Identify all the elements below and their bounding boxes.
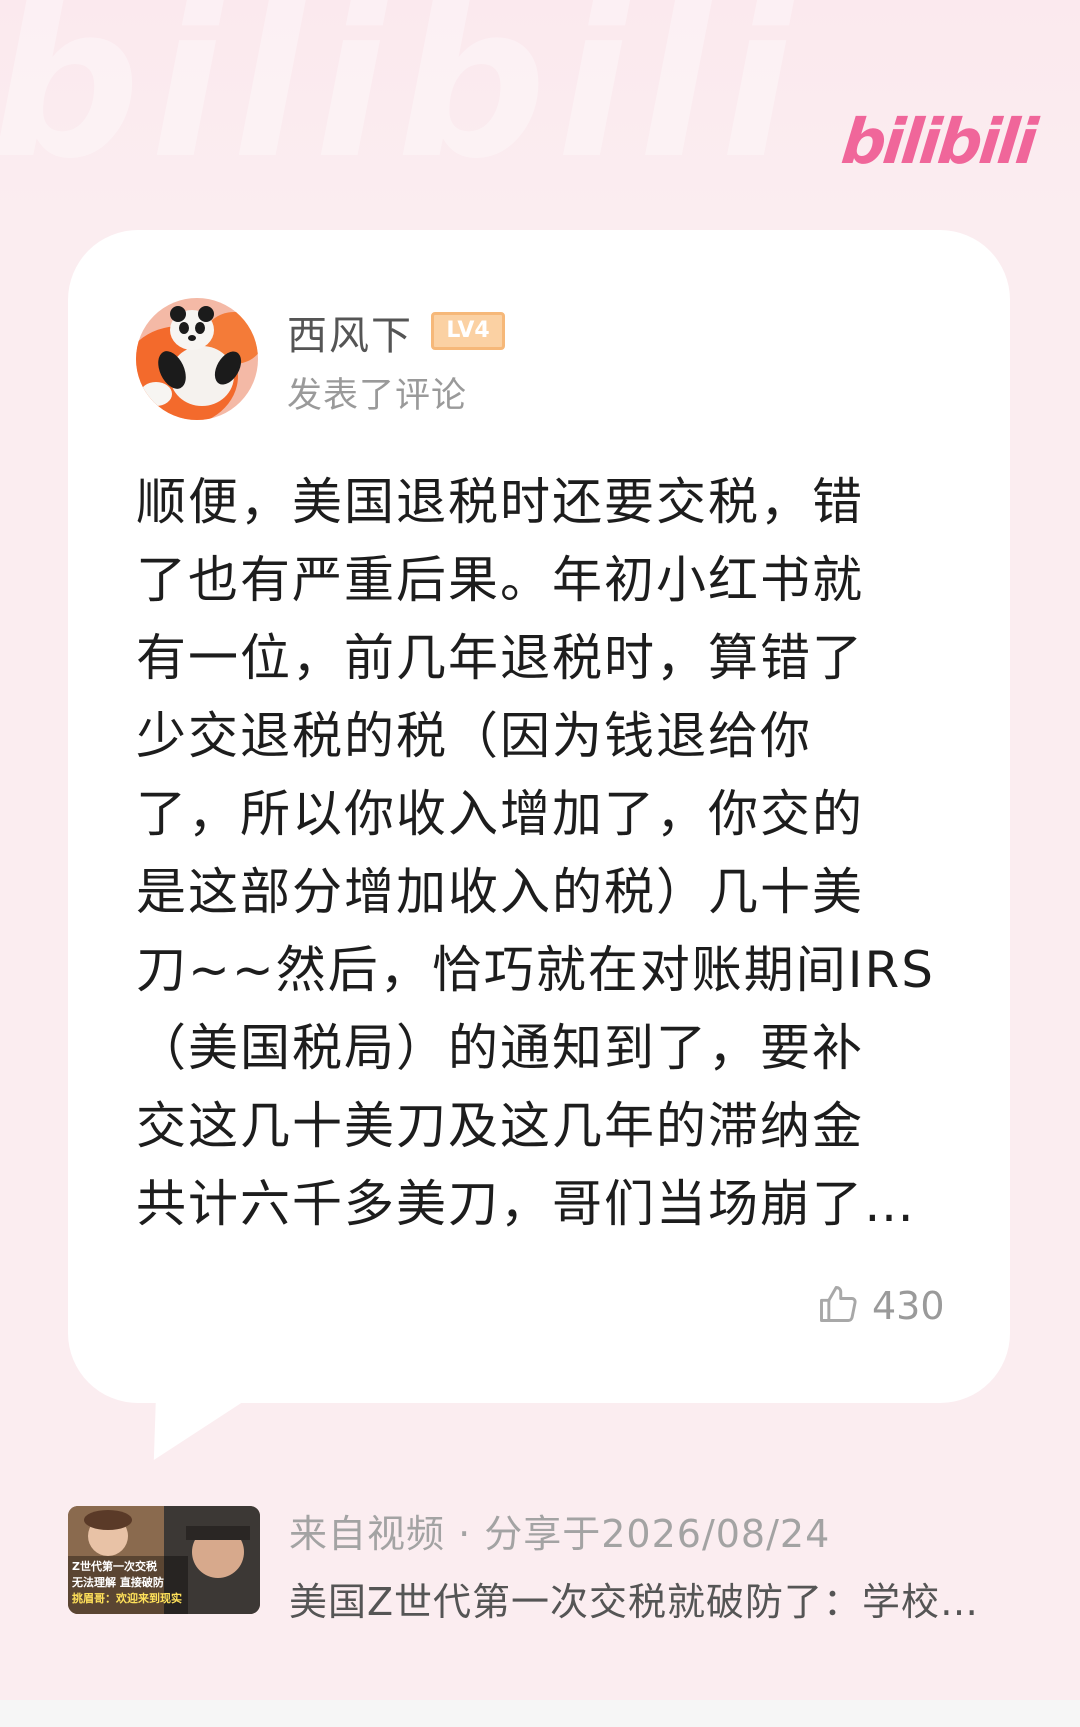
user-level-badge: LV4 [431, 312, 505, 350]
comment-action-label: 发表了评论 [287, 376, 468, 416]
video-title-link[interactable]: 美国Z世代第一次交税就破防了：学校… [289, 1571, 979, 1626]
comment-line: 有一位，前几年退税时，算错了 [136, 629, 864, 687]
decorative-watermark: bilibili [0, 0, 803, 205]
svg-text:挑眉哥：欢迎来到现实: 挑眉哥：欢迎来到现实 [72, 1591, 182, 1605]
avatar[interactable] [136, 298, 258, 420]
username[interactable]: 西风下 [287, 303, 413, 361]
svg-text:无法理解 直接破防: 无法理解 直接破防 [71, 1575, 164, 1589]
comment-line: 是这部分增加收入的税）几十美 [136, 863, 864, 921]
bottom-strip [0, 1700, 1080, 1727]
comment-line: （美国税局）的通知到了，要补 [136, 1019, 864, 1077]
thumbs-up-icon [816, 1282, 860, 1330]
bilibili-logo: bilibili [838, 105, 1039, 178]
comment-line: 了也有严重后果。年初小红书就 [136, 551, 864, 609]
like-button[interactable]: 430 [816, 1282, 945, 1330]
comment-line: 顺便，美国退税时还要交税，错 [136, 473, 864, 531]
comment-line: 少交退税的税（因为钱退给你 [136, 707, 812, 765]
comment-line: 共计六千多美刀，哥们当场崩了… [136, 1175, 916, 1233]
panda-avatar-image [136, 298, 258, 420]
svg-text:Z世代第一次交税: Z世代第一次交税 [72, 1559, 157, 1573]
comment-line: 交这几十美刀及这几年的滞纳金 [136, 1097, 864, 1155]
comment-text: 顺便，美国退税时还要交税，错 了也有严重后果。年初小红书就 有一位，前几年退税时，算… [136, 463, 946, 1243]
comment-line: 了，所以你收入增加了，你交的 [136, 785, 864, 843]
video-thumbnail[interactable]: Z世代第一次交税 无法理解 直接破防 挑眉哥：欢迎来到现实 [68, 1506, 260, 1614]
like-count: 430 [872, 1284, 945, 1328]
video-source-meta: 来自视频 · 分享于2026/08/24 [289, 1512, 831, 1556]
comment-line: 刀~~然后，恰巧就在对账期间IRS [136, 941, 936, 999]
video-thumbnail-image: Z世代第一次交税 无法理解 直接破防 挑眉哥：欢迎来到现实 [68, 1506, 260, 1614]
